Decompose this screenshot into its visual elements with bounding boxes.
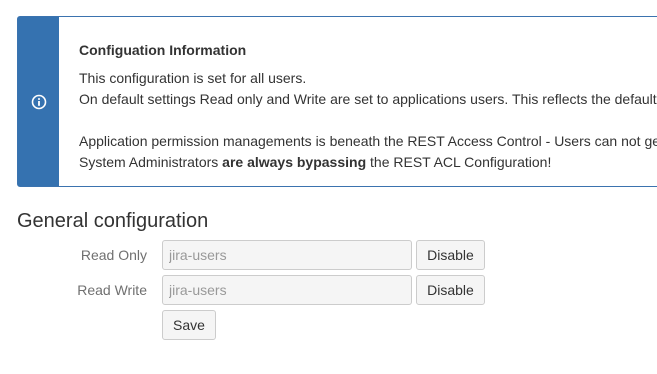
info-line-4-suffix: the REST ACL Configuration! <box>366 154 552 170</box>
read-write-input[interactable] <box>162 275 412 305</box>
info-line-1: This configuration is set for all users. <box>79 70 307 86</box>
info-line-4-bold: are always bypassing <box>222 154 367 170</box>
general-configuration-title: General configuration <box>17 210 209 232</box>
read-write-label: Read Write <box>77 282 147 298</box>
read-only-input[interactable] <box>162 240 412 270</box>
info-line-2: On default settings Read only and Write … <box>79 91 657 107</box>
read-only-row: Read Only Disable <box>0 240 657 270</box>
read-write-disable-button[interactable]: Disable <box>416 275 485 305</box>
info-line-3: Application permission managements is be… <box>79 133 657 149</box>
save-button[interactable]: Save <box>162 310 216 340</box>
read-write-row: Read Write Disable <box>0 275 657 305</box>
save-row: Save <box>0 310 657 340</box>
info-circle-icon <box>31 94 46 109</box>
read-only-disable-button[interactable]: Disable <box>416 240 485 270</box>
info-message-panel: Configuation Information This configurat… <box>17 16 657 187</box>
info-line-4: System Administrators are always bypassi… <box>79 152 657 173</box>
read-only-label: Read Only <box>80 247 147 263</box>
info-title: Configuation Information <box>79 42 247 58</box>
info-stripe <box>18 17 59 186</box>
info-message-body: Configuation Information This configurat… <box>59 17 657 186</box>
info-line-4-prefix: System Administrators <box>79 154 223 170</box>
